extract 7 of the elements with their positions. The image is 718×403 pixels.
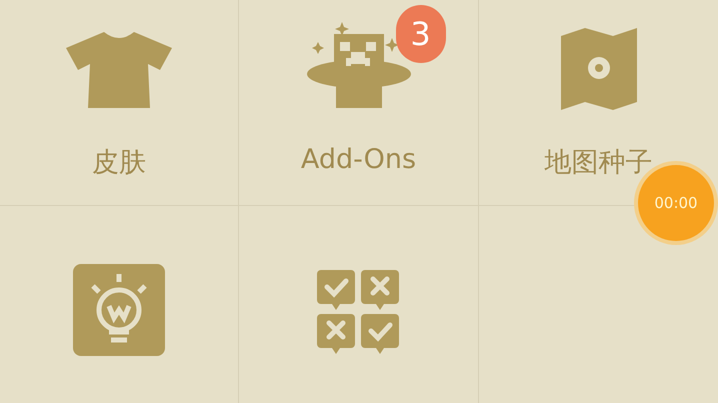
grid-item-label[interactable]: 皮肤 bbox=[92, 144, 146, 180]
lightbulb-icon bbox=[73, 264, 165, 356]
shirt-icon bbox=[64, 30, 174, 110]
grid-item-label[interactable]: Add-Ons bbox=[300, 144, 416, 175]
vote-cards-icon bbox=[316, 270, 400, 356]
count-badge: 3 bbox=[396, 5, 446, 63]
map-icon bbox=[558, 28, 638, 110]
